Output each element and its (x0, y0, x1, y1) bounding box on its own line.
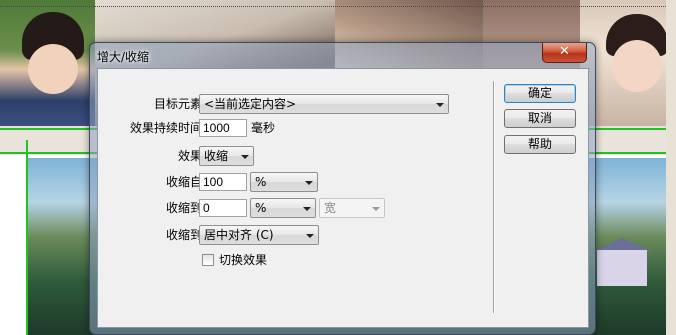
duration-label: 效果持续时间: (129, 121, 206, 135)
house-image (597, 250, 647, 286)
shrink-to-dimension-value: 宽 (324, 201, 337, 215)
chevron-down-icon (241, 155, 249, 159)
cancel-button[interactable]: 取消 (504, 109, 576, 128)
shrink-from-input[interactable] (199, 173, 247, 191)
effect-value: 收缩 (204, 149, 229, 163)
photo-girl-left-face (28, 44, 78, 94)
duration-input[interactable] (199, 119, 247, 137)
shrink-align-value: 居中对齐 (C) (204, 228, 274, 242)
target-element-select[interactable]: <当前选定内容> (199, 94, 449, 114)
effect-select[interactable]: 收缩 (199, 146, 254, 166)
shrink-to-unit-value: % (255, 201, 267, 215)
button-separator (493, 81, 495, 313)
dialog-body: 目标元素: <当前选定内容> 效果持续时间: 毫秒 效果: 收缩 收缩自: % … (97, 68, 589, 328)
shrink-align-select[interactable]: 居中对齐 (C) (199, 225, 319, 245)
grow-shrink-dialog: 增大/收缩 ✕ 目标元素: <当前选定内容> 效果持续时间: 毫秒 效果: 收缩… (89, 42, 596, 335)
target-element-value: <当前选定内容> (204, 97, 297, 111)
dialog-titlebar[interactable]: 增大/收缩 ✕ (90, 43, 595, 67)
close-icon: ✕ (559, 44, 570, 59)
toggle-effect-checkbox[interactable] (202, 254, 214, 266)
duration-unit: 毫秒 (251, 121, 276, 135)
effect-label: 效果: (177, 149, 206, 163)
shrink-from-unit-select[interactable]: % (250, 172, 318, 192)
close-button[interactable]: ✕ (542, 43, 587, 63)
toggle-effect-label[interactable]: 切换效果 (219, 251, 267, 269)
chevron-down-icon (305, 181, 313, 185)
dialog-title: 增大/收缩 (97, 50, 150, 64)
chevron-down-icon (306, 234, 314, 238)
shrink-to-label: 收缩到: (165, 201, 206, 215)
right-scroll-edge (666, 0, 676, 335)
green-guide-line (26, 140, 28, 335)
chevron-down-icon (303, 207, 311, 211)
shrink-from-label: 收缩自: (165, 175, 206, 189)
shrink-to-dimension-select: 宽 (319, 198, 385, 218)
chevron-down-icon (372, 207, 380, 211)
shrink-to-input[interactable] (199, 199, 247, 217)
frame-border-dotted (0, 6, 676, 7)
photo-girl-right-face (612, 40, 662, 92)
help-button[interactable]: 帮助 (504, 135, 576, 154)
shrink-to-unit-select[interactable]: % (250, 198, 316, 218)
shrink-align-label: 收缩到: (165, 228, 206, 242)
shrink-from-unit-value: % (255, 175, 267, 189)
chevron-down-icon (436, 103, 444, 107)
ok-button[interactable]: 确定 (504, 84, 576, 103)
target-element-label: 目标元素: (153, 97, 206, 111)
